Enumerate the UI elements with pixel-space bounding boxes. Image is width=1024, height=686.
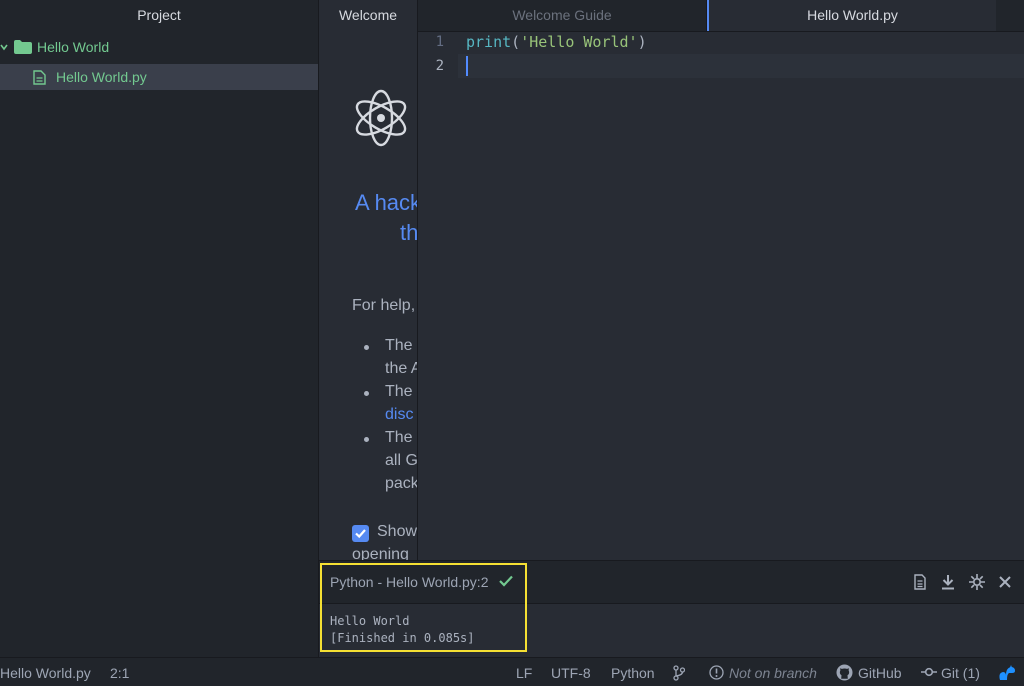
bullet-dot	[364, 391, 369, 396]
settings-icon[interactable]	[968, 573, 986, 591]
git-branch-icon[interactable]	[673, 665, 685, 681]
tree-file-hello-world-py[interactable]: Hello World.py	[0, 64, 318, 90]
tree-folder-hello-world[interactable]: Hello World	[0, 34, 318, 60]
bullet1-line2: the A	[385, 360, 418, 377]
status-encoding[interactable]: UTF-8	[551, 665, 591, 681]
chevron-down-icon[interactable]	[0, 43, 8, 51]
code-paren-close: )	[637, 33, 647, 51]
editor-tab-bar: Welcome Guide Hello World.py	[418, 0, 1024, 32]
tree-view: Project Hello World Hello World.py	[0, 0, 319, 657]
tree-view-title: Project	[137, 7, 181, 23]
code-line-1[interactable]: print('Hello World')	[466, 33, 647, 51]
welcome-heading-line1: A hack	[355, 190, 418, 215]
bullet1-line1: The	[385, 337, 413, 354]
status-github[interactable]: GitHub	[858, 665, 902, 681]
text-cursor	[466, 56, 468, 76]
code-editor[interactable]: 1 2 print('Hello World')	[418, 32, 1024, 560]
folder-label: Hello World	[37, 39, 110, 55]
welcome-heading-line2: th	[400, 220, 418, 245]
tab-welcome-guide[interactable]: Welcome Guide	[418, 0, 707, 31]
highlight-annotation-box	[320, 563, 527, 652]
bullet3-line1: The	[385, 429, 413, 446]
status-grammar[interactable]: Python	[611, 665, 655, 681]
tab-welcome[interactable]: Welcome	[319, 0, 417, 30]
folder-icon	[14, 40, 32, 54]
status-git[interactable]: Git (1)	[941, 665, 980, 681]
line-number: 2	[435, 58, 444, 74]
atom-logo-icon	[355, 89, 407, 147]
welcome-pane: Welcome A hack th For help, The the A Th…	[319, 0, 418, 560]
git-commit-icon	[921, 667, 937, 677]
bullet-dot	[364, 437, 369, 442]
code-paren-open: (	[511, 33, 521, 51]
bullet2-link[interactable]: disc	[385, 406, 413, 424]
checkmark-icon	[355, 529, 366, 539]
tab-hello-world-py[interactable]: Hello World.py	[707, 0, 996, 31]
file-label: Hello World.py	[56, 69, 147, 85]
code-function: print	[466, 33, 512, 51]
show-on-startup-label: Show	[377, 523, 418, 540]
opening-label: opening	[352, 546, 409, 560]
download-icon[interactable]	[939, 573, 957, 591]
alert-circle-icon	[709, 665, 724, 680]
github-icon	[836, 664, 853, 681]
line-number: 1	[435, 34, 444, 50]
bullet-dot	[364, 345, 369, 350]
status-branch[interactable]: Not on branch	[729, 665, 817, 681]
status-bar: Hello World.py 2:1 LF UTF-8 Python Not o…	[0, 657, 1024, 686]
file-icon	[33, 70, 46, 85]
close-icon[interactable]	[996, 573, 1014, 591]
welcome-help-intro: For help,	[352, 297, 416, 314]
status-line-ending[interactable]: LF	[516, 665, 532, 681]
squirrel-icon[interactable]	[998, 664, 1016, 681]
status-file-name[interactable]: Hello World.py	[0, 665, 91, 681]
bullet2-line1: The	[385, 383, 413, 400]
cursor-line-highlight	[458, 54, 1024, 78]
bullet3-line3: pack	[385, 475, 418, 492]
status-cursor-position[interactable]: 2:1	[110, 665, 129, 681]
copy-output-icon[interactable]	[911, 573, 929, 591]
bullet3-line2: all G	[385, 452, 418, 469]
show-on-startup-checkbox[interactable]	[352, 525, 369, 542]
code-string: 'Hello World'	[520, 33, 638, 51]
